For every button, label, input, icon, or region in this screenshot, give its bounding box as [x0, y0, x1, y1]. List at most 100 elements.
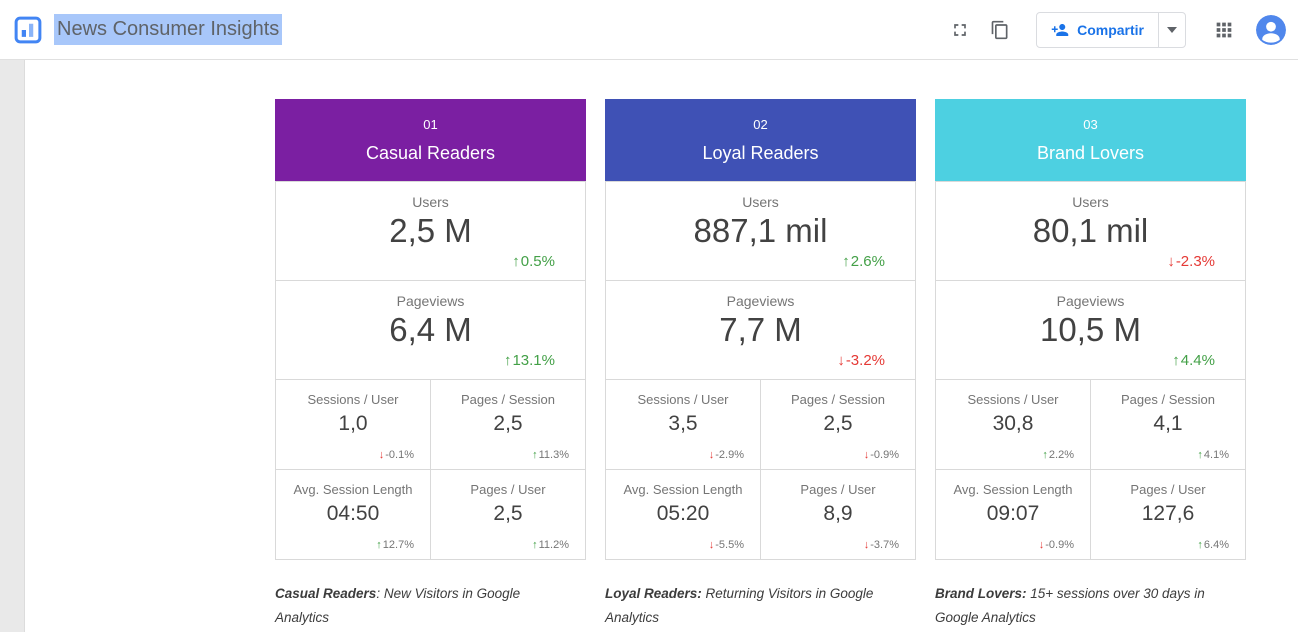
delta-value: 12.7%: [383, 539, 414, 551]
pages-per-session-scorecard: Pages / Session 4,1 4.1%: [1091, 380, 1245, 469]
pageviews-scorecard: Pageviews 6,4 M 13.1%: [276, 281, 585, 380]
trend-arrow-icon: [864, 449, 870, 461]
scorecard-group: Users 2,5 M 0.5% Pageviews 6,4 M 13.1% S…: [275, 181, 586, 560]
report-title[interactable]: News Consumer Insights: [54, 14, 282, 45]
metric-delta: 0.5%: [512, 253, 555, 270]
users-scorecard: Users 2,5 M 0.5%: [276, 182, 585, 281]
metric-label: Avg. Session Length: [606, 470, 760, 497]
segment-note: Brand Lovers: 15+ sessions over 30 days …: [935, 582, 1237, 630]
note-term: Casual Readers: [275, 586, 376, 601]
metric-delta: 2.6%: [842, 253, 885, 270]
trend-arrow-icon: [1197, 539, 1203, 551]
metric-value: 8,9: [761, 502, 915, 526]
metric-delta: 13.1%: [504, 352, 555, 369]
segment-title: Loyal Readers: [702, 143, 818, 164]
trend-arrow-icon: [532, 449, 538, 461]
fullscreen-button[interactable]: [944, 14, 976, 46]
metric-label: Sessions / User: [606, 380, 760, 407]
metric-value: 4,1: [1091, 412, 1245, 436]
trend-arrow-icon: [1167, 253, 1175, 270]
delta-value: 4.1%: [1204, 449, 1229, 461]
metric-delta: -3.7%: [864, 539, 899, 551]
delta-value: -2.9%: [715, 449, 744, 461]
scorecard-group: Users 887,1 mil 2.6% Pageviews 7,7 M -3.…: [605, 181, 916, 560]
user-avatar[interactable]: [1256, 15, 1286, 45]
delta-value: -0.9%: [1045, 539, 1074, 551]
metric-delta: 4.1%: [1197, 449, 1229, 461]
metric-label: Pages / User: [761, 470, 915, 497]
trend-arrow-icon: [837, 352, 845, 369]
pages-per-session-scorecard: Pages / Session 2,5 -0.9%: [761, 380, 915, 469]
segment-header: 03 Brand Lovers: [935, 99, 1246, 181]
metric-label: Avg. Session Length: [936, 470, 1090, 497]
metric-value: 2,5: [761, 412, 915, 436]
metric-row: Sessions / User 30,8 2.2% Pages / Sessio…: [936, 380, 1245, 470]
segment-title: Brand Lovers: [1037, 143, 1144, 164]
segment-number: 02: [753, 117, 767, 132]
metric-value: 09:07: [936, 502, 1090, 526]
segment-header: 01 Casual Readers: [275, 99, 586, 181]
fullscreen-icon: [950, 20, 970, 40]
metric-delta: 12.7%: [376, 539, 414, 551]
data-studio-logo-icon[interactable]: [12, 14, 44, 46]
metric-row: Sessions / User 1,0 -0.1% Pages / Sessio…: [276, 380, 585, 470]
scorecard-group: Users 80,1 mil -2.3% Pageviews 10,5 M 4.…: [935, 181, 1246, 560]
segment-number: 01: [423, 117, 437, 132]
trend-arrow-icon: [709, 449, 715, 461]
metric-row: Avg. Session Length 09:07 -0.9% Pages / …: [936, 470, 1245, 559]
users-scorecard: Users 80,1 mil -2.3%: [936, 182, 1245, 281]
metric-value: 6,4 M: [276, 311, 585, 349]
segment-column-casual-readers: 01 Casual Readers Users 2,5 M 0.5% Pagev…: [275, 99, 586, 630]
metric-value: 3,5: [606, 412, 760, 436]
metric-label: Sessions / User: [936, 380, 1090, 407]
segment-header: 02 Loyal Readers: [605, 99, 916, 181]
share-button-main[interactable]: Compartir: [1037, 13, 1158, 47]
segment-column-brand-lovers: 03 Brand Lovers Users 80,1 mil -2.3% Pag…: [935, 99, 1246, 630]
metric-delta: 11.3%: [532, 449, 569, 461]
segment-title: Casual Readers: [366, 143, 495, 164]
sessions-per-user-scorecard: Sessions / User 30,8 2.2%: [936, 380, 1091, 469]
metric-label: Sessions / User: [276, 380, 430, 407]
metric-label: Pages / User: [431, 470, 585, 497]
metric-label: Avg. Session Length: [276, 470, 430, 497]
pageviews-scorecard: Pageviews 7,7 M -3.2%: [606, 281, 915, 380]
metric-row: Avg. Session Length 05:20 -5.5% Pages / …: [606, 470, 915, 559]
metric-value: 2,5 M: [276, 212, 585, 250]
metric-value: 10,5 M: [936, 311, 1245, 349]
metric-value: 05:20: [606, 502, 760, 526]
trend-arrow-icon: [379, 449, 385, 461]
delta-value: -2.3%: [1176, 253, 1215, 270]
delta-value: 11.2%: [539, 539, 569, 551]
sessions-per-user-scorecard: Sessions / User 3,5 -2.9%: [606, 380, 761, 469]
metric-row: Avg. Session Length 04:50 12.7% Pages / …: [276, 470, 585, 559]
metric-label: Pageviews: [276, 281, 585, 309]
segment-number: 03: [1083, 117, 1097, 132]
pages-per-user-scorecard: Pages / User 127,6 6.4%: [1091, 470, 1245, 559]
metric-delta: 2.2%: [1042, 449, 1074, 461]
share-options-caret[interactable]: [1159, 13, 1185, 47]
metric-label: Users: [606, 182, 915, 210]
share-button[interactable]: Compartir: [1036, 12, 1186, 48]
metric-delta: -2.3%: [1167, 253, 1215, 270]
caret-down-icon: [1167, 27, 1177, 33]
metric-label: Pageviews: [936, 281, 1245, 309]
metric-value: 04:50: [276, 502, 430, 526]
apps-grid-button[interactable]: [1208, 14, 1240, 46]
metric-value: 30,8: [936, 412, 1090, 436]
delta-value: 2.6%: [851, 253, 885, 270]
metric-value: 127,6: [1091, 502, 1245, 526]
apps-grid-icon: [1213, 19, 1235, 41]
metric-delta: -2.9%: [709, 449, 744, 461]
avg-session-length-scorecard: Avg. Session Length 04:50 12.7%: [276, 470, 431, 559]
trend-arrow-icon: [842, 253, 850, 270]
segment-note: Casual Readers: New Visitors in Google A…: [275, 582, 577, 630]
metric-value: 7,7 M: [606, 311, 915, 349]
share-button-label: Compartir: [1077, 22, 1144, 38]
delta-value: 13.1%: [512, 352, 555, 369]
delta-value: 6.4%: [1204, 539, 1229, 551]
note-term: Brand Lovers:: [935, 586, 1027, 601]
trend-arrow-icon: [376, 539, 382, 551]
metric-value: 80,1 mil: [936, 212, 1245, 250]
sessions-per-user-scorecard: Sessions / User 1,0 -0.1%: [276, 380, 431, 469]
copy-button[interactable]: [984, 14, 1016, 46]
